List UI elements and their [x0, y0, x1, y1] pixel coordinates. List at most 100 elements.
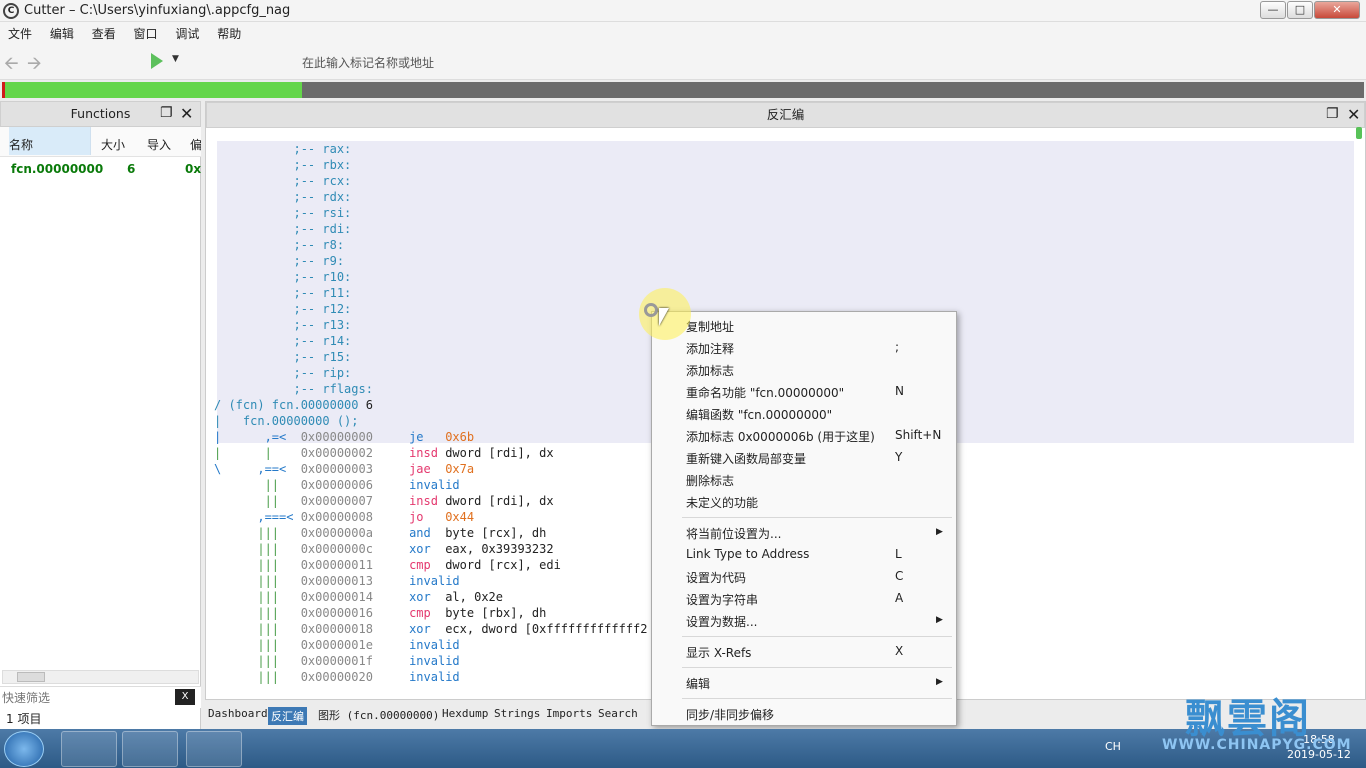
- menu-item-set-as-code[interactable]: 设置为代码: [686, 569, 746, 586]
- register-flag-line[interactable]: ;-- r13:: [214, 317, 351, 333]
- menu-item-copy-address[interactable]: 复制地址: [686, 318, 734, 335]
- instruction-line[interactable]: || 0x00000007 insd dword [rdi], dx: [214, 493, 554, 509]
- menu-item-undefine-function[interactable]: 未定义的功能: [686, 494, 758, 511]
- column-imports[interactable]: 导入: [147, 136, 171, 153]
- float-panel-icon[interactable]: ❐: [160, 105, 173, 121]
- menu-item-set-as-string[interactable]: 设置为字符串: [686, 591, 758, 608]
- menu-item-edit-function[interactable]: 编辑函数 "fcn.00000000": [686, 406, 832, 423]
- menu-item-add-flag[interactable]: 添加标志: [686, 362, 734, 379]
- register-flag-line[interactable]: ;-- r9:: [214, 253, 344, 269]
- menu-item-show-xrefs[interactable]: 显示 X-Refs: [686, 644, 751, 661]
- float-panel-icon[interactable]: ❐: [1326, 106, 1339, 122]
- instruction-line[interactable]: | | 0x00000002 insd dword [rdi], dx: [214, 445, 554, 461]
- menu-edit[interactable]: 编辑: [42, 22, 74, 42]
- instruction-line[interactable]: ||| 0x00000014 xor al, 0x2e: [214, 589, 503, 605]
- tray-language[interactable]: CH: [1105, 740, 1121, 753]
- column-size[interactable]: 大小: [101, 136, 125, 153]
- qt-icon[interactable]: [122, 731, 178, 767]
- scrollbar-thumb[interactable]: [17, 672, 45, 682]
- column-offset[interactable]: 偏: [190, 136, 201, 153]
- register-flag-line[interactable]: ;-- r14:: [214, 333, 351, 349]
- shortcut-add-flag-here: Shift+N: [895, 428, 942, 442]
- menu-item-sync-offset[interactable]: 同步/非同步偏移: [686, 706, 774, 723]
- menu-item-set-bits[interactable]: 将当前位设置为...: [686, 525, 781, 542]
- register-flag-line[interactable]: ;-- rax:: [214, 141, 351, 157]
- scrollbar-thumb[interactable]: [1356, 127, 1362, 139]
- tab-hexdump[interactable]: Hexdump: [442, 707, 488, 720]
- quick-filter-input[interactable]: [2, 689, 172, 707]
- instruction-line[interactable]: | ,=< 0x00000000 je 0x6b: [214, 429, 474, 445]
- instruction-line[interactable]: ||| 0x00000011 cmp dword [rcx], edi: [214, 557, 560, 573]
- instruction-line[interactable]: ,===< 0x00000008 jo 0x44: [214, 509, 474, 525]
- tab-disassembly[interactable]: 反汇编: [268, 707, 307, 725]
- register-flag-line[interactable]: ;-- rbx:: [214, 157, 351, 173]
- instruction-line[interactable]: ||| 0x00000013 invalid: [214, 573, 459, 589]
- menu-item-add-comment[interactable]: 添加注释: [686, 340, 734, 357]
- register-flag-line[interactable]: ;-- rdi:: [214, 221, 351, 237]
- register-flag-line[interactable]: ;-- r15:: [214, 349, 351, 365]
- play-icon[interactable]: [151, 53, 163, 69]
- clear-filter-button[interactable]: X: [175, 689, 195, 705]
- functions-panel-title: Functions: [70, 106, 131, 121]
- instruction-line[interactable]: ||| 0x0000001e invalid: [214, 637, 459, 653]
- register-flag-line[interactable]: ;-- rip:: [214, 365, 351, 381]
- shortcut-set-as-code: C: [895, 569, 904, 583]
- menu-item-edit[interactable]: 编辑: [686, 675, 710, 692]
- tab-search[interactable]: Search: [598, 707, 638, 720]
- maximize-button[interactable]: □: [1287, 1, 1313, 19]
- close-panel-icon[interactable]: ✕: [180, 104, 193, 123]
- table-row[interactable]: fcn.00000000 6 0x: [0, 158, 201, 182]
- minimize-button[interactable]: —: [1260, 1, 1286, 19]
- menu-file[interactable]: 文件: [0, 22, 32, 42]
- explorer-icon[interactable]: [61, 731, 117, 767]
- register-flag-line[interactable]: ;-- rsi:: [214, 205, 351, 221]
- register-flag-line[interactable]: ;-- rflags:: [214, 381, 372, 397]
- register-flag-line[interactable]: ;-- r12:: [214, 301, 351, 317]
- menu-item-rename-function[interactable]: 重命名功能 "fcn.00000000": [686, 384, 844, 401]
- instruction-line[interactable]: ||| 0x00000018 xor ecx, dword [0xfffffff…: [214, 621, 647, 637]
- instruction-line[interactable]: ||| 0x0000001f invalid: [214, 653, 459, 669]
- instruction-line[interactable]: ||| 0x0000000c xor eax, 0x39393232: [214, 541, 553, 557]
- function-signature-line[interactable]: | fcn.00000000 ();: [214, 413, 359, 429]
- register-flag-line[interactable]: ;-- r11:: [214, 285, 351, 301]
- instruction-line[interactable]: ||| 0x00000016 cmp byte [rbx], dh: [214, 605, 546, 621]
- menu-item-add-flag-here[interactable]: 添加标志 0x0000006b (用于这里): [686, 428, 875, 445]
- tab-graph[interactable]: 图形 (fcn.00000000): [318, 707, 439, 723]
- shortcut-add-comment: ;: [895, 340, 900, 354]
- menu-item-delete-flag[interactable]: 删除标志: [686, 472, 734, 489]
- register-flag-line[interactable]: ;-- rdx:: [214, 189, 351, 205]
- tab-dashboard[interactable]: Dashboard: [208, 707, 268, 720]
- back-arrow-icon[interactable]: 🡨: [4, 51, 19, 81]
- menu-help[interactable]: 帮助: [209, 22, 241, 42]
- menu-item-set-as-data[interactable]: 设置为数据...: [686, 613, 757, 630]
- close-button[interactable]: ✕: [1314, 1, 1360, 19]
- search-input[interactable]: [296, 51, 1366, 75]
- instruction-line[interactable]: \ ,==< 0x00000003 jae 0x7a: [214, 461, 474, 477]
- menu-item-link-type[interactable]: Link Type to Address: [686, 547, 809, 561]
- mouse-pointer-icon: [659, 308, 669, 326]
- chevron-down-icon[interactable]: ▼: [172, 54, 179, 64]
- instruction-line[interactable]: ||| 0x0000000a and byte [rcx], dh: [214, 525, 546, 541]
- register-flag-line[interactable]: ;-- r10:: [214, 269, 351, 285]
- menu-view[interactable]: 查看: [84, 22, 116, 42]
- forward-arrow-icon[interactable]: 🡪: [27, 51, 42, 81]
- instruction-line[interactable]: ||| 0x00000020 invalid: [214, 669, 459, 685]
- menu-separator: [682, 698, 952, 699]
- close-panel-icon[interactable]: ✕: [1347, 105, 1360, 124]
- menu-debug[interactable]: 调试: [167, 22, 199, 42]
- start-button[interactable]: [4, 731, 44, 767]
- menu-window[interactable]: 窗口: [126, 22, 158, 42]
- cutter-icon[interactable]: [186, 731, 242, 767]
- tab-imports[interactable]: Imports: [546, 707, 592, 720]
- register-flag-line[interactable]: ;-- rcx:: [214, 173, 351, 189]
- vertical-scrollbar[interactable]: [1354, 127, 1364, 141]
- register-flag-line[interactable]: ;-- r8:: [214, 237, 344, 253]
- horizontal-scrollbar[interactable]: [2, 670, 199, 684]
- menu-separator: [682, 517, 952, 518]
- tab-strings[interactable]: Strings: [494, 707, 540, 720]
- submenu-arrow-icon: ▶: [936, 677, 943, 687]
- column-name[interactable]: 名称: [9, 127, 91, 155]
- menu-item-retype-locals[interactable]: 重新键入函数局部变量: [686, 450, 806, 467]
- function-header-line[interactable]: / (fcn) fcn.00000000 6: [214, 397, 373, 413]
- instruction-line[interactable]: || 0x00000006 invalid: [214, 477, 460, 493]
